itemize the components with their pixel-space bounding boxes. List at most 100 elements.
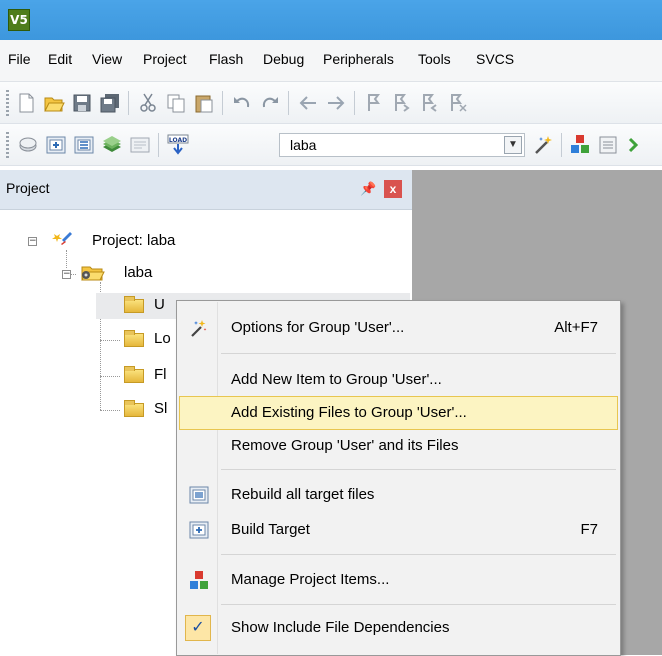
tree-connector xyxy=(66,250,67,268)
folder-icon xyxy=(124,330,144,347)
save-icon[interactable] xyxy=(70,91,94,115)
build-toolbar: LOAD laba ▼ xyxy=(0,124,662,166)
undo-icon[interactable] xyxy=(230,91,254,115)
redo-icon[interactable] xyxy=(258,91,282,115)
menu-item-label: Manage Project Items... xyxy=(231,571,390,588)
copy-icon[interactable] xyxy=(164,91,188,115)
toolbar-grip[interactable] xyxy=(6,132,9,158)
paste-icon[interactable] xyxy=(192,91,216,115)
menu-item-manage-project-items[interactable]: Manage Project Items... xyxy=(179,563,618,597)
toolbar-separator xyxy=(128,91,129,115)
menu-debug[interactable]: Debug xyxy=(263,51,304,67)
rebuild-icon[interactable] xyxy=(72,133,96,157)
manage-components-icon[interactable] xyxy=(568,133,592,157)
pin-icon[interactable]: 📌 xyxy=(360,181,376,197)
target-select[interactable]: laba ▼ xyxy=(279,133,525,157)
toolbar-separator xyxy=(354,91,355,115)
collapse-project-toggle[interactable]: − xyxy=(28,237,37,246)
project-panel-header: Project 📌 x xyxy=(0,170,412,210)
collapse-target-toggle[interactable]: − xyxy=(62,270,71,279)
menu-item-add-existing-files[interactable]: Add Existing Files to Group 'User'... xyxy=(179,396,618,430)
menu-item-label: Rebuild all target files xyxy=(231,486,375,503)
rebuild-icon xyxy=(189,486,209,504)
navigate-forward-icon[interactable] xyxy=(324,91,348,115)
context-menu: Options for Group 'User'... Alt+F7 Add N… xyxy=(176,300,621,656)
target-folder-icon xyxy=(81,266,105,281)
menu-view[interactable]: View xyxy=(92,51,122,67)
build-icon xyxy=(189,521,209,539)
build-icon[interactable] xyxy=(44,133,68,157)
cut-icon[interactable] xyxy=(136,91,160,115)
menu-bar: File Edit View Project Flash Debug Perip… xyxy=(0,40,662,82)
menu-item-shortcut: Alt+F7 xyxy=(554,319,598,336)
clear-bookmarks-icon[interactable] xyxy=(446,91,470,115)
folder-icon xyxy=(124,400,144,417)
prev-bookmark-icon[interactable] xyxy=(390,91,414,115)
toolbar-grip[interactable] xyxy=(6,90,9,116)
file-toolbar xyxy=(0,82,662,124)
tree-connector xyxy=(100,410,120,411)
tree-group-2[interactable]: Lo xyxy=(154,330,171,347)
menu-separator xyxy=(221,353,616,354)
menu-item-label: Add New Item to Group 'User'... xyxy=(231,371,442,388)
title-bar: V5 xyxy=(0,0,662,40)
manage-items-icon xyxy=(190,571,208,589)
menu-item-options-for-group[interactable]: Options for Group 'User'... Alt+F7 xyxy=(179,311,618,345)
menu-flash[interactable]: Flash xyxy=(209,51,243,67)
toolbar-separator xyxy=(158,133,159,157)
open-folder-icon[interactable] xyxy=(42,91,66,115)
menu-item-label: Build Target xyxy=(231,521,310,538)
navigate-back-icon[interactable] xyxy=(296,91,320,115)
menu-separator xyxy=(221,604,616,605)
panel-title: Project xyxy=(6,180,50,196)
tree-group-3[interactable]: Fl xyxy=(154,366,167,383)
wand-icon xyxy=(191,320,207,337)
tree-group-user[interactable]: U xyxy=(154,296,165,313)
menu-item-shortcut: F7 xyxy=(580,521,598,538)
menu-item-label: Add Existing Files to Group 'User'... xyxy=(231,404,467,421)
toolbar-separator xyxy=(561,133,562,157)
tree-group-4[interactable]: Sl xyxy=(154,400,167,417)
menu-tools[interactable]: Tools xyxy=(418,51,451,67)
new-file-icon[interactable] xyxy=(14,91,38,115)
next-bookmark-icon[interactable] xyxy=(418,91,442,115)
save-all-icon[interactable] xyxy=(98,91,122,115)
menu-separator xyxy=(221,554,616,555)
menu-item-build-target[interactable]: Build Target F7 xyxy=(179,513,618,547)
tree-project-root[interactable]: Project: laba xyxy=(92,232,175,249)
menu-separator xyxy=(221,469,616,470)
folder-icon xyxy=(124,296,144,313)
menu-item-label: Show Include File Dependencies xyxy=(231,619,450,636)
bookmark-icon[interactable] xyxy=(362,91,386,115)
toolbar-separator xyxy=(222,91,223,115)
app-icon: V5 xyxy=(8,9,30,31)
menu-item-remove-group[interactable]: Remove Group 'User' and its Files xyxy=(179,429,618,463)
menu-svcs[interactable]: SVCS xyxy=(476,51,514,67)
checkmark-icon: ✓ xyxy=(185,615,211,641)
tree-connector xyxy=(100,340,120,341)
menu-file[interactable]: File xyxy=(8,51,31,67)
toolbar-separator xyxy=(288,91,289,115)
menu-item-label: Remove Group 'User' and its Files xyxy=(231,437,459,454)
close-icon[interactable]: x xyxy=(384,180,402,198)
batch-build-icon[interactable] xyxy=(100,133,124,157)
menu-item-rebuild-all[interactable]: Rebuild all target files xyxy=(179,478,618,512)
svg-text:LOAD: LOAD xyxy=(169,137,187,144)
menu-peripherals[interactable]: Peripherals xyxy=(323,51,394,67)
target-select-value: laba xyxy=(290,137,317,153)
chevron-down-icon[interactable]: ▼ xyxy=(504,136,522,154)
tree-connector xyxy=(100,376,120,377)
tree-target[interactable]: laba xyxy=(124,264,152,281)
translate-icon[interactable] xyxy=(16,133,40,157)
pack-installer-icon[interactable] xyxy=(624,133,648,157)
menu-project[interactable]: Project xyxy=(143,51,187,67)
menu-item-show-include-dependencies[interactable]: ✓ Show Include File Dependencies xyxy=(179,611,618,645)
download-icon[interactable]: LOAD xyxy=(166,133,190,157)
select-software-packs-icon[interactable] xyxy=(596,133,620,157)
menu-item-add-new-item[interactable]: Add New Item to Group 'User'... xyxy=(179,363,618,397)
menu-edit[interactable]: Edit xyxy=(48,51,72,67)
options-for-target-icon[interactable] xyxy=(532,133,556,157)
project-root-icon xyxy=(52,232,72,245)
menu-item-label: Options for Group 'User'... xyxy=(231,319,405,336)
stop-build-icon[interactable] xyxy=(128,133,152,157)
